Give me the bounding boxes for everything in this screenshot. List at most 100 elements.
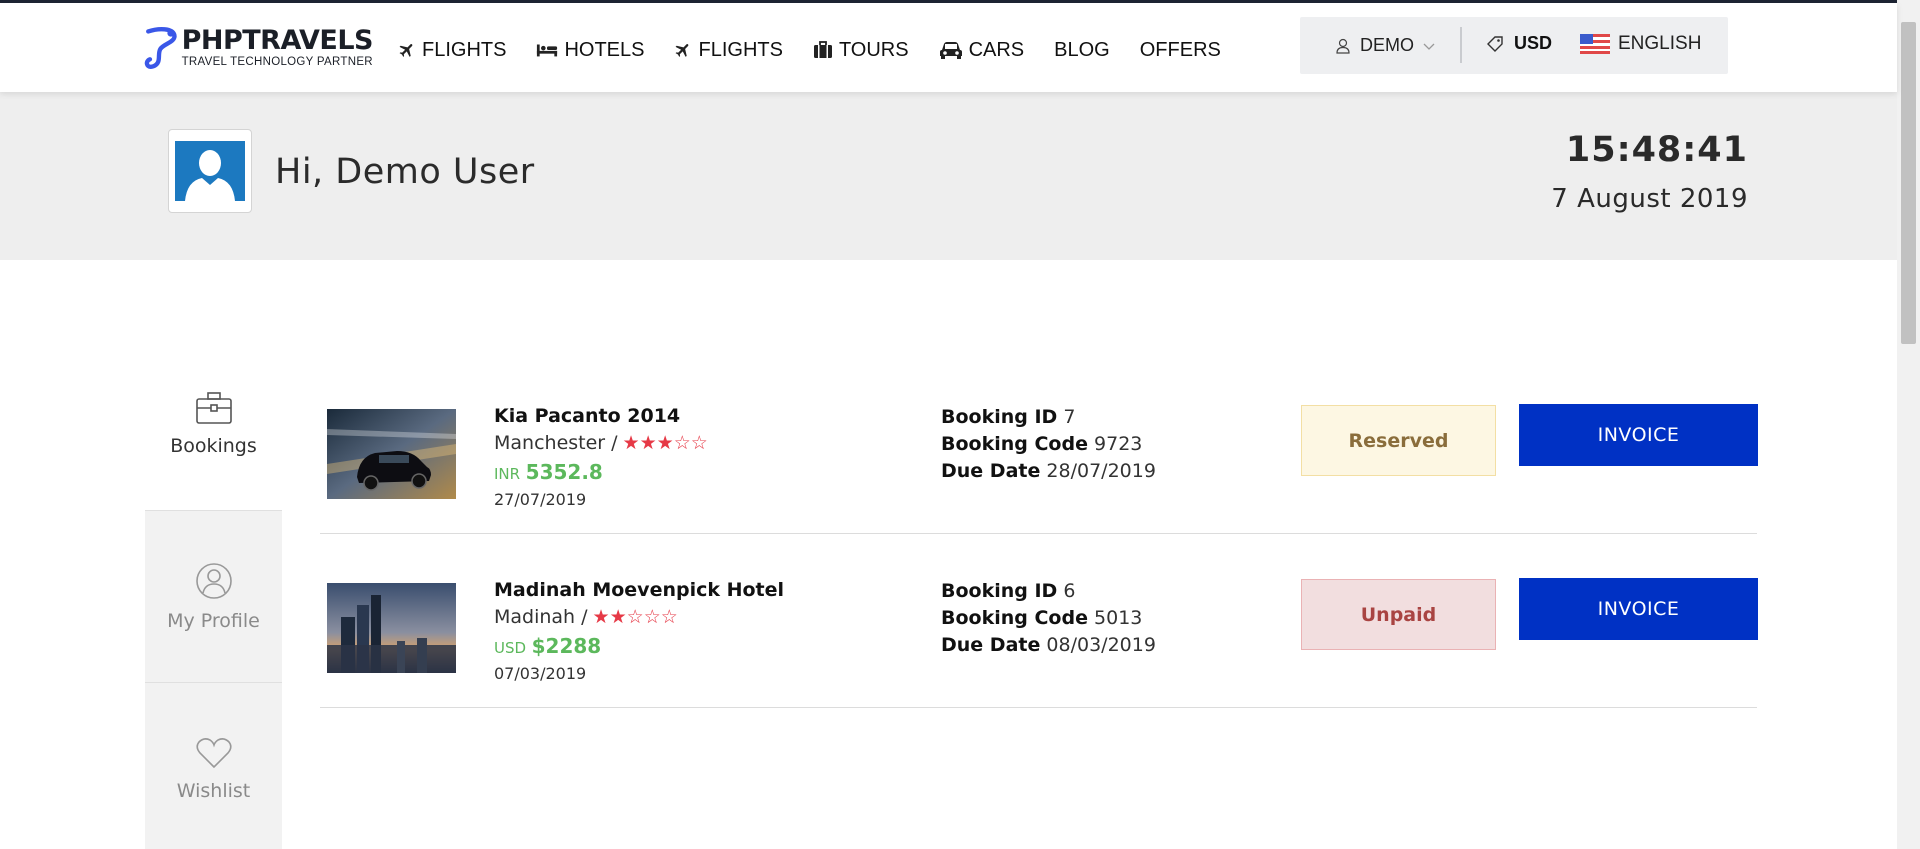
- booking-title[interactable]: Kia Pacanto 2014: [494, 405, 680, 427]
- status-badge: Unpaid: [1301, 579, 1496, 650]
- nav-item-blog[interactable]: BLOG: [1054, 39, 1110, 62]
- clock-date: 7 August 2019: [1551, 184, 1748, 214]
- nav-item-flights[interactable]: FLIGHTS: [398, 39, 506, 62]
- booking-id-value: 6: [1063, 580, 1076, 602]
- price-amount: 5352.8: [525, 460, 603, 484]
- booking-row: Kia Pacanto 2014 Manchester / ★ ★ ★ ☆ ☆ INR …: [320, 360, 1758, 534]
- booking-id-value: 7: [1063, 406, 1076, 428]
- header-divider: [1460, 27, 1462, 63]
- star-empty-icon: ☆: [626, 605, 644, 628]
- welcome-banner: Hi, Demo User 15:48:41 7 August 2019: [0, 92, 1897, 260]
- booking-code-label: Booking Code: [941, 433, 1088, 455]
- logo-title: PHPTRAVELS: [181, 25, 374, 56]
- booking-id-label: Booking ID: [941, 406, 1058, 428]
- nav-label: OFFERS: [1139, 38, 1221, 61]
- price-amount: $2288: [531, 634, 602, 658]
- booking-price: USD $2288: [494, 634, 601, 658]
- location-text: Manchester /: [494, 432, 618, 454]
- plane-icon: [399, 44, 413, 57]
- due-date-label: Due Date: [941, 634, 1041, 656]
- bed-icon: [537, 44, 558, 57]
- booking-thumbnail[interactable]: [327, 583, 456, 673]
- plane-icon: [676, 44, 689, 57]
- site-logo[interactable]: PHPTRAVELS TRAVEL TECHNOLOGY PARTNER: [143, 22, 374, 74]
- star-empty-icon: ☆: [690, 431, 708, 454]
- location-text: Madinah /: [494, 606, 588, 628]
- user-dropdown[interactable]: DEMO: [1336, 35, 1436, 56]
- booking-date: 07/03/2019: [494, 664, 587, 683]
- suitcase-icon: [813, 41, 832, 58]
- tag-icon: [1487, 35, 1503, 52]
- price-currency: INR: [494, 465, 521, 483]
- language-selector[interactable]: ENGLISH: [1580, 33, 1701, 55]
- invoice-button[interactable]: INVOICE: [1519, 404, 1758, 466]
- car-photo: [327, 409, 456, 499]
- due-date-value: 28/07/2019: [1046, 460, 1156, 482]
- star-filled-icon: ★: [622, 431, 640, 454]
- price-currency: USD: [494, 639, 527, 657]
- sidebar-item-bookings[interactable]: Bookings: [145, 338, 282, 510]
- booking-id-label: Booking ID: [941, 580, 1058, 602]
- nav-label: BLOG: [1054, 38, 1110, 61]
- booking-date: 27/07/2019: [494, 490, 587, 509]
- star-rating: ★ ★ ★ ☆ ☆: [622, 431, 708, 454]
- nav-label: FLIGHTS: [698, 38, 783, 61]
- main-nav: FLIGHTS HOTELS FLIGHTS TOURS CARS BLOG O…: [398, 32, 1251, 68]
- nav-item-offers[interactable]: OFFERS: [1140, 39, 1221, 62]
- nav-label: FLIGHTS: [422, 38, 507, 61]
- sidebar-item-my-profile[interactable]: My Profile: [145, 510, 282, 682]
- star-empty-icon: ☆: [673, 431, 691, 454]
- booking-location: Madinah / ★ ★ ☆ ☆ ☆: [494, 606, 678, 628]
- sidebar-item-label: Bookings: [170, 435, 257, 457]
- status-badge: Reserved: [1301, 405, 1496, 476]
- booking-meta: Booking ID 7 Booking Code 9723 Due Date …: [941, 405, 1156, 486]
- nav-item-tours[interactable]: TOURS: [813, 39, 909, 62]
- booking-title[interactable]: Madinah Moevenpick Hotel: [494, 579, 784, 601]
- scrollbar-thumb[interactable]: [1901, 22, 1916, 344]
- site-header: PHPTRAVELS TRAVEL TECHNOLOGY PARTNER FLI…: [0, 3, 1897, 92]
- greeting-text: Hi, Demo User: [275, 152, 535, 192]
- nav-label: TOURS: [838, 38, 909, 61]
- currency-selector[interactable]: USD: [1486, 33, 1552, 54]
- star-filled-icon: ★: [609, 605, 627, 628]
- user-icon: [1336, 38, 1350, 54]
- star-rating: ★ ★ ☆ ☆ ☆: [592, 605, 678, 628]
- due-date-value: 08/03/2019: [1046, 634, 1156, 656]
- nav-item-flights-2[interactable]: FLIGHTS: [674, 38, 783, 62]
- logo-icon: [144, 27, 177, 69]
- nav-item-cars[interactable]: CARS: [939, 39, 1024, 62]
- star-empty-icon: ☆: [660, 605, 678, 628]
- user-circle-icon: [195, 562, 232, 599]
- booking-code-value: 5013: [1094, 607, 1143, 629]
- due-date-label: Due Date: [941, 460, 1041, 482]
- avatar: [168, 129, 252, 213]
- star-filled-icon: ★: [639, 431, 657, 454]
- header-account-bar: DEMO USD ENGLISH: [1300, 17, 1728, 74]
- hotel-photo: [327, 583, 456, 673]
- booking-price: INR 5352.8: [494, 460, 603, 484]
- booking-row: Madinah Moevenpick Hotel Madinah / ★ ★ ☆ ☆ ☆…: [320, 534, 1758, 708]
- star-empty-icon: ☆: [643, 605, 661, 628]
- sidebar-item-wishlist[interactable]: Wishlist: [145, 682, 282, 849]
- chevron-down-icon: [1423, 43, 1435, 50]
- booking-code-label: Booking Code: [941, 607, 1088, 629]
- heart-icon: [195, 737, 232, 768]
- clock-time: 15:48:41: [1565, 130, 1748, 170]
- star-filled-icon: ★: [592, 605, 610, 628]
- briefcase-icon: [195, 392, 232, 424]
- nav-item-hotels[interactable]: HOTELS: [536, 39, 644, 62]
- user-label: DEMO: [1360, 35, 1414, 55]
- booking-code-value: 9723: [1094, 433, 1143, 455]
- car-icon: [939, 42, 962, 59]
- booking-thumbnail[interactable]: [327, 409, 456, 499]
- logo-tagline: TRAVEL TECHNOLOGY PARTNER: [181, 56, 373, 68]
- us-flag-icon: [1580, 34, 1610, 54]
- star-filled-icon: ★: [656, 431, 674, 454]
- language-label: ENGLISH: [1618, 33, 1702, 54]
- nav-label: HOTELS: [564, 38, 645, 61]
- page-scrollbar[interactable]: [1897, 0, 1920, 849]
- invoice-button[interactable]: INVOICE: [1519, 578, 1758, 640]
- currency-label: USD: [1514, 33, 1553, 53]
- sidebar-item-label: Wishlist: [176, 779, 251, 802]
- booking-meta: Booking ID 6 Booking Code 5013 Due Date …: [941, 579, 1156, 660]
